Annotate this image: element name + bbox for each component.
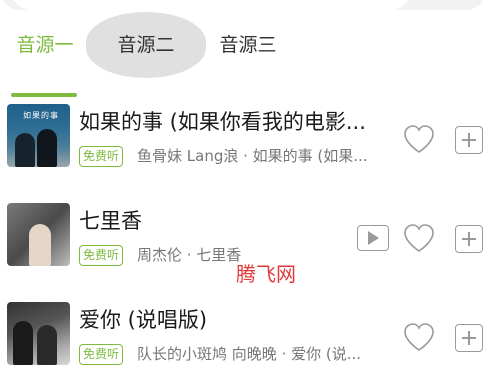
add-icon[interactable] (455, 324, 483, 352)
cover-figure (29, 224, 51, 266)
mv-play-icon[interactable] (357, 225, 389, 251)
song-row[interactable]: 如果的事 如果的事 (如果你看我的电影... 免费听 鱼骨妹 Lang浪 · 如… (0, 104, 486, 176)
free-listen-badge: 免费听 (79, 146, 124, 167)
album-cover (7, 203, 70, 266)
song-title[interactable]: 如果的事 (如果你看我的电影... (79, 106, 384, 136)
song-row[interactable]: 爱你 (说唱版) 免费听 队长的小斑鸠 向晚晚 · 爱你 (说... (0, 302, 486, 374)
song-meta: 队长的小斑鸠 向晚晚 · 爱你 (说... (137, 345, 361, 363)
cover-figure (37, 325, 57, 365)
heart-icon[interactable] (402, 124, 436, 154)
heart-icon[interactable] (402, 223, 436, 253)
top-card (0, 0, 486, 10)
song-title[interactable]: 爱你 (说唱版) (79, 304, 384, 334)
active-tab-indicator (11, 93, 77, 97)
source-tabs: 音源一 音源二 音源三 (0, 12, 300, 97)
tab-source-2[interactable]: 音源二 (86, 12, 206, 78)
album-cover: 如果的事 (7, 104, 70, 167)
tab-source-1[interactable]: 音源一 (12, 22, 78, 68)
free-listen-badge: 免费听 (79, 344, 124, 365)
album-cover (7, 302, 70, 365)
add-icon[interactable] (455, 126, 483, 154)
free-listen-badge: 免费听 (79, 245, 124, 266)
song-meta: 鱼骨妹 Lang浪 · 如果的事 (如果... (137, 147, 368, 165)
heart-icon[interactable] (402, 322, 436, 352)
tab-source-3[interactable]: 音源三 (216, 22, 280, 68)
cover-title: 如果的事 (23, 111, 59, 120)
song-title[interactable]: 七里香 (79, 205, 384, 235)
add-icon[interactable] (455, 225, 483, 253)
cover-figure (15, 133, 35, 167)
watermark-text: 腾飞网 (236, 262, 296, 286)
cover-figure (13, 321, 33, 365)
cover-figure (37, 129, 57, 167)
